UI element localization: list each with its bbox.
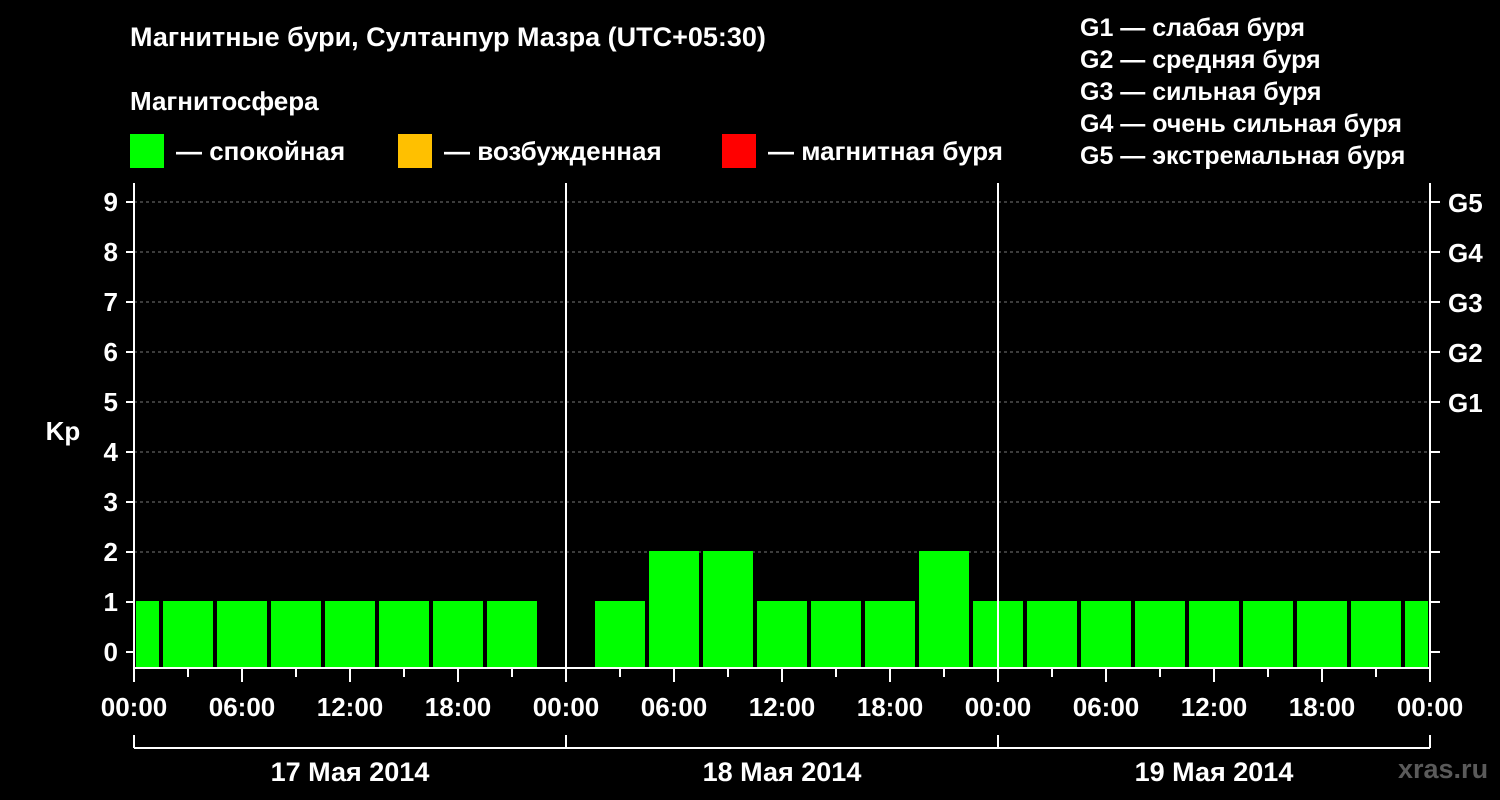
y-tick-label: 3 <box>104 487 118 517</box>
x-tick-label: 12:00 <box>749 692 816 722</box>
x-tick-label: 18:00 <box>425 692 492 722</box>
y-tick-label: 9 <box>104 187 118 217</box>
bar <box>757 601 807 668</box>
kp-chart: 0 1 2 3 4 5 6 7 8 9 G1 G2 G3 G4 G5 Kp 00:00 06:00 12:00 18:… <box>46 183 1483 787</box>
right-tick-label: G2 <box>1448 338 1483 368</box>
bar <box>433 601 483 668</box>
y-tick-label: 6 <box>104 337 118 367</box>
y-tick-label: 8 <box>104 237 118 267</box>
x-tick-label: 00:00 <box>101 692 168 722</box>
bar <box>1243 601 1293 668</box>
y-tick-label: 1 <box>104 587 118 617</box>
y-tick-label: 4 <box>104 437 119 467</box>
y-axis-label: Kp <box>46 416 81 446</box>
x-tick-label: 18:00 <box>857 692 924 722</box>
bar <box>271 601 321 668</box>
x-tick-label: 12:00 <box>1181 692 1248 722</box>
bar <box>919 551 969 668</box>
x-tick-label: 12:00 <box>317 692 384 722</box>
bar <box>865 601 915 668</box>
x-tick-label: 18:00 <box>1289 692 1356 722</box>
x-tick-label: 06:00 <box>1073 692 1140 722</box>
bar <box>595 601 645 668</box>
bar <box>649 551 699 668</box>
y-tick-label: 2 <box>104 537 118 567</box>
right-tick-label: G3 <box>1448 288 1483 318</box>
bar <box>1189 601 1239 668</box>
day-label: 19 Мая 2014 <box>1135 757 1294 787</box>
right-tick-label: G4 <box>1448 238 1483 268</box>
day-label: 18 Мая 2014 <box>703 757 862 787</box>
bar <box>1027 601 1077 668</box>
bar <box>811 601 861 668</box>
bar <box>703 551 753 668</box>
bar <box>325 601 375 668</box>
bar <box>1405 601 1428 668</box>
bar <box>1135 601 1185 668</box>
bar <box>379 601 429 668</box>
x-tick-label: 06:00 <box>641 692 708 722</box>
bar <box>1081 601 1131 668</box>
right-tick-label: G5 <box>1448 188 1483 218</box>
day-label: 17 Мая 2014 <box>271 757 430 787</box>
x-tick-label: 00:00 <box>1397 692 1464 722</box>
bar <box>1351 601 1401 668</box>
bar <box>217 601 267 668</box>
right-tick-label: G1 <box>1448 388 1483 418</box>
x-tick-label: 06:00 <box>209 692 276 722</box>
bar <box>487 601 537 668</box>
watermark: xras.ru <box>1398 754 1489 784</box>
y-tick-label: 5 <box>104 387 118 417</box>
bar <box>1297 601 1347 668</box>
x-tick-label: 00:00 <box>533 692 600 722</box>
y-tick-label: 0 <box>104 637 118 667</box>
bar <box>163 601 213 668</box>
y-tick-label: 7 <box>104 287 118 317</box>
bar <box>136 601 159 668</box>
x-tick-label: 00:00 <box>965 692 1032 722</box>
